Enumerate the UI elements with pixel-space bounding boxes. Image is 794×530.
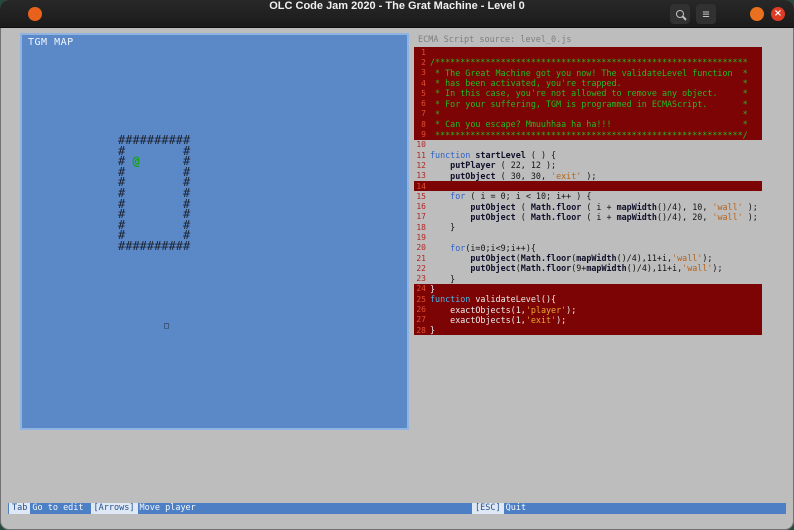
line-number: 22: [416, 263, 426, 273]
code-line-12[interactable]: 12 putPlayer ( 22, 12 );: [414, 160, 762, 170]
code-line-6: 6 * For your suffering, TGM is programme…: [414, 98, 762, 109]
key-hint-label: Go to edit: [32, 503, 84, 513]
line-number: 17: [416, 212, 426, 222]
code-line-10[interactable]: 10: [414, 140, 762, 150]
titlebar: OLC Code Jam 2020 - The Grat Machine - L…: [0, 0, 794, 28]
code-line-20[interactable]: 20 for(i=0;i<9;i++){: [414, 243, 762, 253]
keycap: [Arrows]: [90, 503, 138, 514]
line-number: 10: [416, 140, 426, 150]
close-icon: ×: [773, 8, 783, 19]
line-number: 20: [416, 243, 426, 253]
line-number: 9: [421, 130, 426, 140]
code-line-23[interactable]: 23 }: [414, 274, 762, 284]
code-line-28: 28}: [414, 325, 762, 336]
line-number: 11: [416, 150, 426, 160]
line-number: 23: [416, 274, 426, 284]
line-number: 24: [416, 284, 426, 294]
line-number: 13: [416, 171, 426, 181]
line-number: 26: [416, 305, 426, 315]
code-editor[interactable]: 1 2/*************************************…: [414, 47, 762, 336]
line-number: 27: [416, 315, 426, 325]
key-hint-label: Move player: [139, 503, 196, 513]
line-number: 28: [416, 325, 426, 335]
line-number: 15: [416, 191, 426, 201]
search-icon: [676, 10, 684, 18]
terminal-window: OLC Code Jam 2020 - The Grat Machine - L…: [0, 0, 794, 530]
line-number: 18: [416, 222, 426, 232]
line-number: 2: [421, 57, 426, 67]
line-number: 14: [416, 181, 426, 191]
code-line-9: 9 **************************************…: [414, 129, 762, 140]
line-number: 7: [421, 109, 426, 119]
line-number: 4: [421, 78, 426, 88]
line-number: 16: [416, 202, 426, 212]
menu-button[interactable]: ≡: [696, 4, 716, 24]
code-line-14: 14: [414, 180, 762, 192]
key-hint-label: Quit: [505, 503, 527, 513]
code-line-19[interactable]: 19: [414, 232, 762, 242]
status-hint-quit: [ESC] Quit: [472, 503, 533, 514]
code-line-21[interactable]: 21 putObject(Math.floor(mapWidth()/4),11…: [414, 253, 762, 263]
line-number: 21: [416, 253, 426, 263]
code-line-8: 8 * Can you escape? Mmuuhhaa ha ha!!! *: [414, 119, 762, 130]
code-line-24: 24}: [414, 283, 762, 295]
code-line-26: 26 exactObjects(1,'player');: [414, 304, 762, 315]
code-line-2: 2/**************************************…: [414, 57, 762, 68]
line-number: 3: [421, 68, 426, 78]
code-line-22[interactable]: 22 putObject(Math.floor(9+mapWidth()/4),…: [414, 263, 762, 273]
line-number: 1: [421, 47, 426, 57]
line-number: 6: [421, 99, 426, 109]
map-panel[interactable]: TGM MAP ########## # # # @ # # # # # # #…: [20, 33, 409, 430]
keycap: Tab: [9, 503, 31, 514]
code-line-5: 5 * In this case, you're not allowed to …: [414, 88, 762, 99]
code-source-header: ECMA Script source: level_0.js: [418, 35, 572, 45]
minimize-button[interactable]: [750, 7, 764, 21]
hamburger-icon: ≡: [702, 7, 710, 21]
code-line-27: 27 exactObjects(1,'exit');: [414, 314, 762, 326]
search-button[interactable]: [670, 4, 690, 24]
status-hints-left: Tab Go to edit [Arrows] Move player: [9, 503, 203, 514]
code-line-7: 7 * *: [414, 108, 762, 120]
code-line-18[interactable]: 18 }: [414, 222, 762, 232]
code-line-15[interactable]: 15 for ( i = 0; i < 10; i++ ) {: [414, 191, 762, 201]
code-line-11[interactable]: 11 function startLevel ( ) {: [414, 150, 762, 160]
code-line-16[interactable]: 16 putObject ( Math.floor ( i + mapWidth…: [414, 201, 762, 212]
close-button[interactable]: ×: [771, 7, 785, 21]
code-line-4: 4 * has been activated, you're trapped. …: [414, 77, 762, 89]
line-number: 8: [421, 119, 426, 129]
code-line-1: 1: [414, 47, 762, 58]
status-bar: Tab Go to edit [Arrows] Move player [ESC] Qu…: [8, 503, 786, 514]
code-line-17[interactable]: 17 putObject ( Math.floor ( i + mapWidth…: [414, 212, 762, 222]
line-number: 12: [416, 160, 426, 170]
exit-object: □: [164, 321, 169, 330]
player-character[interactable]: @: [132, 154, 139, 168]
code-line-3: 3 * The Great Machine got you now! The v…: [414, 67, 762, 78]
ascii-map[interactable]: ########## # # # @ # # # # # # # # # # #…: [118, 134, 190, 252]
code-line-25: 25 function validateLevel(){: [414, 294, 762, 305]
line-number: 19: [416, 232, 426, 242]
keycap: [ESC]: [472, 503, 504, 514]
code-line-13[interactable]: 13 putObject ( 30, 30, 'exit' );: [414, 171, 762, 181]
code-panel[interactable]: ECMA Script source: level_0.js 1 2/******…: [414, 33, 762, 336]
line-number: 25: [416, 294, 426, 304]
line-number: 5: [421, 88, 426, 98]
map-panel-title: TGM MAP: [28, 37, 74, 48]
